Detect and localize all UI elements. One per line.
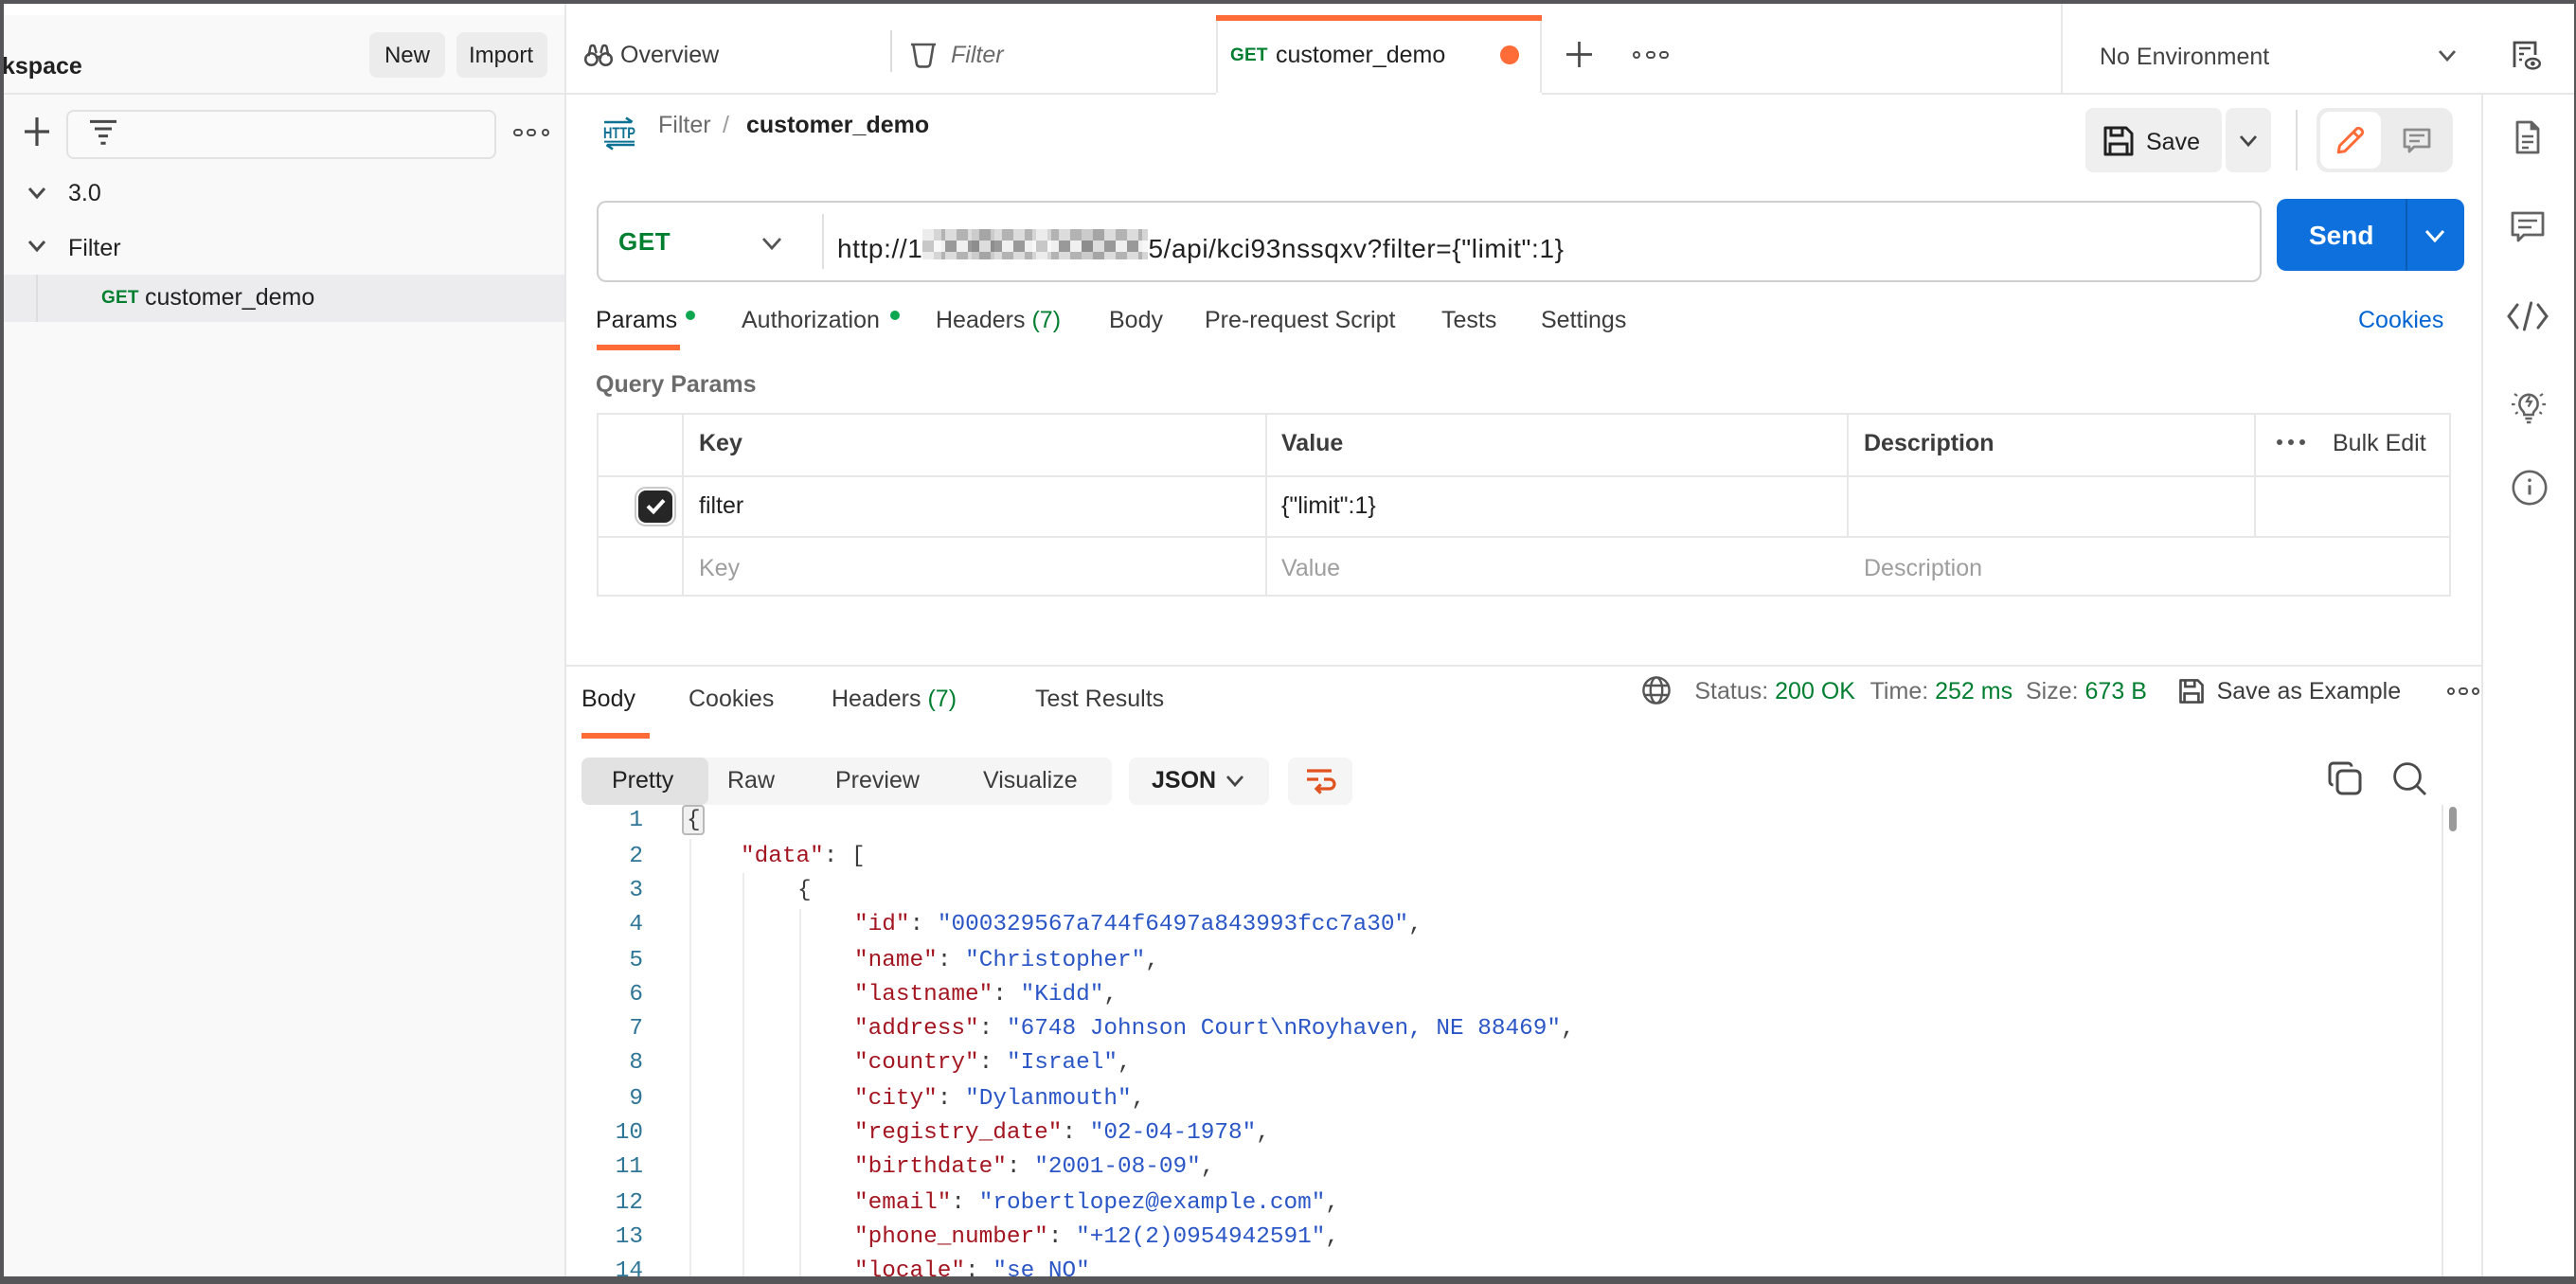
svg-text:HTTP: HTTP	[603, 125, 635, 142]
